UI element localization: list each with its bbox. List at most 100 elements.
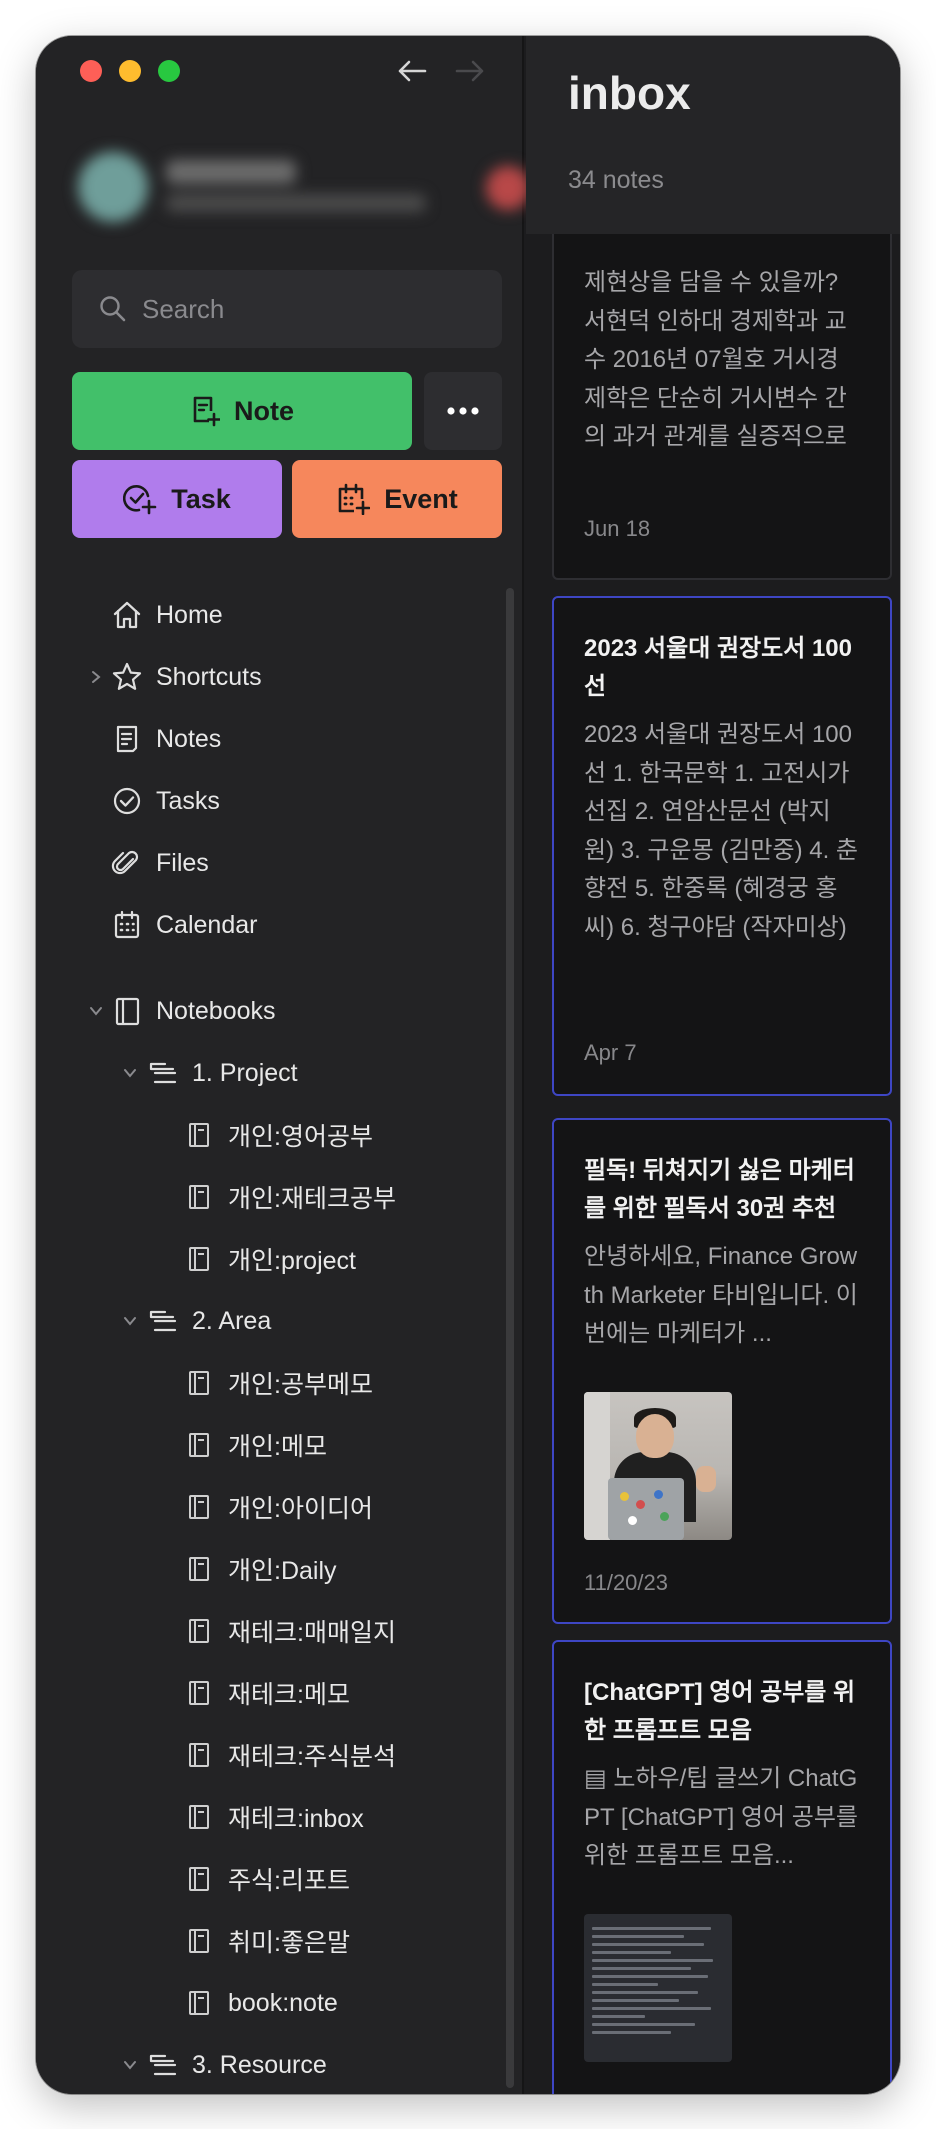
account-name-blurred — [166, 160, 296, 184]
sidebar-item-label: Files — [156, 848, 209, 877]
stack-icon — [146, 1056, 180, 1090]
sidebar-item-label: Notes — [156, 724, 222, 753]
stack-resource[interactable]: 3. Resource — [36, 2034, 506, 2094]
notebook-label: 주식:리포트 — [228, 1867, 350, 1895]
sidebar-item-home[interactable]: Home — [36, 584, 506, 646]
sidebar-item-label: Calendar — [156, 910, 258, 939]
notebook-item[interactable]: 개인:영어공부 — [36, 1104, 506, 1166]
sidebar-item-notes[interactable]: Notes — [36, 708, 506, 770]
notebook-item[interactable]: 개인:재테크공부 — [36, 1166, 506, 1228]
sidebar-item-shortcuts[interactable]: Shortcuts — [36, 646, 506, 708]
notebook-item[interactable]: 개인:Daily — [36, 1538, 506, 1600]
sidebar-item-files[interactable]: Files — [36, 832, 506, 894]
back-button[interactable] — [394, 54, 430, 88]
note-card[interactable]: [ChatGPT] 영어 공부를 위한 프롬프트 모음 ▤ 노하우/팁 글쓰기 … — [552, 1640, 892, 2094]
notebook-icon — [182, 1242, 216, 1276]
account-email-blurred — [166, 194, 426, 212]
notebook-label: 개인:Daily — [228, 1557, 337, 1585]
history-navigation — [394, 54, 488, 88]
notebook-icon — [182, 1738, 216, 1772]
chevron-right-icon[interactable] — [88, 669, 104, 685]
notebooks-label: Notebooks — [156, 996, 276, 1025]
notebook-icon — [182, 1490, 216, 1524]
note-title: 2023 서울대 권장도서 100선 — [584, 635, 852, 700]
stack-label: 1. Project — [192, 1058, 298, 1087]
new-event-button[interactable]: Event — [292, 460, 502, 538]
sidebar: Search Note Task Event Home Shortcuts No… — [36, 36, 530, 2094]
more-options-button[interactable] — [424, 372, 502, 450]
chevron-down-icon[interactable] — [88, 1003, 104, 1019]
arrow-right-icon — [455, 60, 484, 82]
paperclip-icon — [110, 846, 144, 880]
notebook-icon — [182, 1552, 216, 1586]
close-window-button[interactable] — [80, 60, 102, 82]
notebook-icon — [182, 1800, 216, 1834]
account-profile[interactable] — [76, 142, 530, 232]
note-card[interactable]: 필독! 뒤쳐지기 싫은 마케터를 위한 필독서 30권 추천 안녕하세요, Fi… — [552, 1118, 892, 1624]
notebook-item[interactable]: 재테크:주식분석 — [36, 1724, 506, 1786]
note-snippet: 제현상을 담을 수 있을까? 서현덕 인하대 경제학과 교수 2016년 07월… — [584, 269, 847, 450]
new-task-label: Task — [171, 483, 231, 514]
avatar — [78, 152, 148, 222]
notebook-icon — [182, 1366, 216, 1400]
note-list-header: inbox 34 notes — [526, 36, 900, 234]
notebook-item[interactable]: 재테크:inbox — [36, 1786, 506, 1848]
notebook-label: 개인:영어공부 — [228, 1123, 373, 1151]
note-snippet: ▤ 노하우/팁 글쓰기 ChatGPT [ChatGPT] 영어 공부를 위한 … — [584, 1765, 859, 1869]
notebook-item[interactable]: 개인:메모 — [36, 1414, 506, 1476]
note-list-panel: inbox 34 notes 제현상을 담을 수 있을까? 서현덕 인하대 경제… — [526, 36, 900, 2094]
note-icon — [110, 722, 144, 756]
notebook-label: 개인:메모 — [228, 1433, 327, 1461]
notebook-item[interactable]: 주식:리포트 — [36, 1848, 506, 1910]
sidebar-item-calendar[interactable]: Calendar — [36, 894, 506, 956]
page-title: inbox — [568, 67, 691, 119]
notebook-item[interactable]: 재테크:매매일지 — [36, 1600, 506, 1662]
stack-project[interactable]: 1. Project — [36, 1042, 506, 1104]
notebook-label: 개인:재테크공부 — [228, 1185, 396, 1213]
note-thumbnail — [584, 1914, 732, 2062]
sidebar-item-notebooks[interactable]: Notebooks — [36, 980, 506, 1042]
notebook-item[interactable]: 개인:project — [36, 1228, 506, 1290]
sidebar-item-label: Home — [156, 600, 223, 629]
chevron-down-icon[interactable] — [122, 1065, 138, 1081]
sidebar-scrollbar[interactable] — [506, 588, 514, 2088]
note-date: Jun 18 — [584, 516, 651, 541]
note-date: 11/20/23 — [584, 1570, 669, 1595]
new-note-button[interactable]: Note — [72, 372, 412, 450]
notebook-icon — [110, 994, 144, 1028]
sidebar-nav: Home Shortcuts Notes Tasks Files Calenda… — [36, 584, 506, 2094]
notebook-label: 재테크:주식분석 — [228, 1743, 396, 1771]
notebook-icon — [182, 1924, 216, 1958]
notebook-icon — [182, 1118, 216, 1152]
notebook-item[interactable]: 취미:좋은말 — [36, 1910, 506, 1972]
forward-button[interactable] — [452, 54, 488, 88]
zoom-window-button[interactable] — [158, 60, 180, 82]
app-window: Search Note Task Event Home Shortcuts No… — [36, 36, 900, 2094]
notebook-item[interactable]: book:note — [36, 1972, 506, 2034]
arrow-left-icon — [398, 60, 427, 82]
notebook-label: 개인:공부메모 — [228, 1371, 373, 1399]
stack-label: 3. Resource — [192, 2050, 327, 2079]
stack-area[interactable]: 2. Area — [36, 1290, 506, 1352]
search-bar[interactable]: Search — [72, 270, 502, 348]
notebook-item[interactable]: 재테크:메모 — [36, 1662, 506, 1724]
notebook-label: 재테크:메모 — [228, 1681, 350, 1709]
new-task-button[interactable]: Task — [72, 460, 282, 538]
note-card[interactable]: 2023 서울대 권장도서 100선 2023 서울대 권장도서 100선 1.… — [552, 596, 892, 1096]
notebook-label: 재테크:매매일지 — [228, 1619, 396, 1647]
notebook-label: book:note — [228, 1988, 338, 2017]
chevron-down-icon[interactable] — [122, 1313, 138, 1329]
notebook-icon — [182, 1428, 216, 1462]
star-icon — [110, 660, 144, 694]
stack-label: 2. Area — [192, 1306, 272, 1335]
sidebar-item-tasks[interactable]: Tasks — [36, 770, 506, 832]
notebook-label: 개인:아이디어 — [228, 1495, 373, 1523]
minimize-window-button[interactable] — [119, 60, 141, 82]
home-icon — [110, 598, 144, 632]
chevron-down-icon[interactable] — [122, 2057, 138, 2073]
notebook-item[interactable]: 개인:공부메모 — [36, 1352, 506, 1414]
notebook-item[interactable]: 개인:아이디어 — [36, 1476, 506, 1538]
notification-badge[interactable] — [486, 166, 530, 210]
notebook-icon — [182, 1986, 216, 2020]
